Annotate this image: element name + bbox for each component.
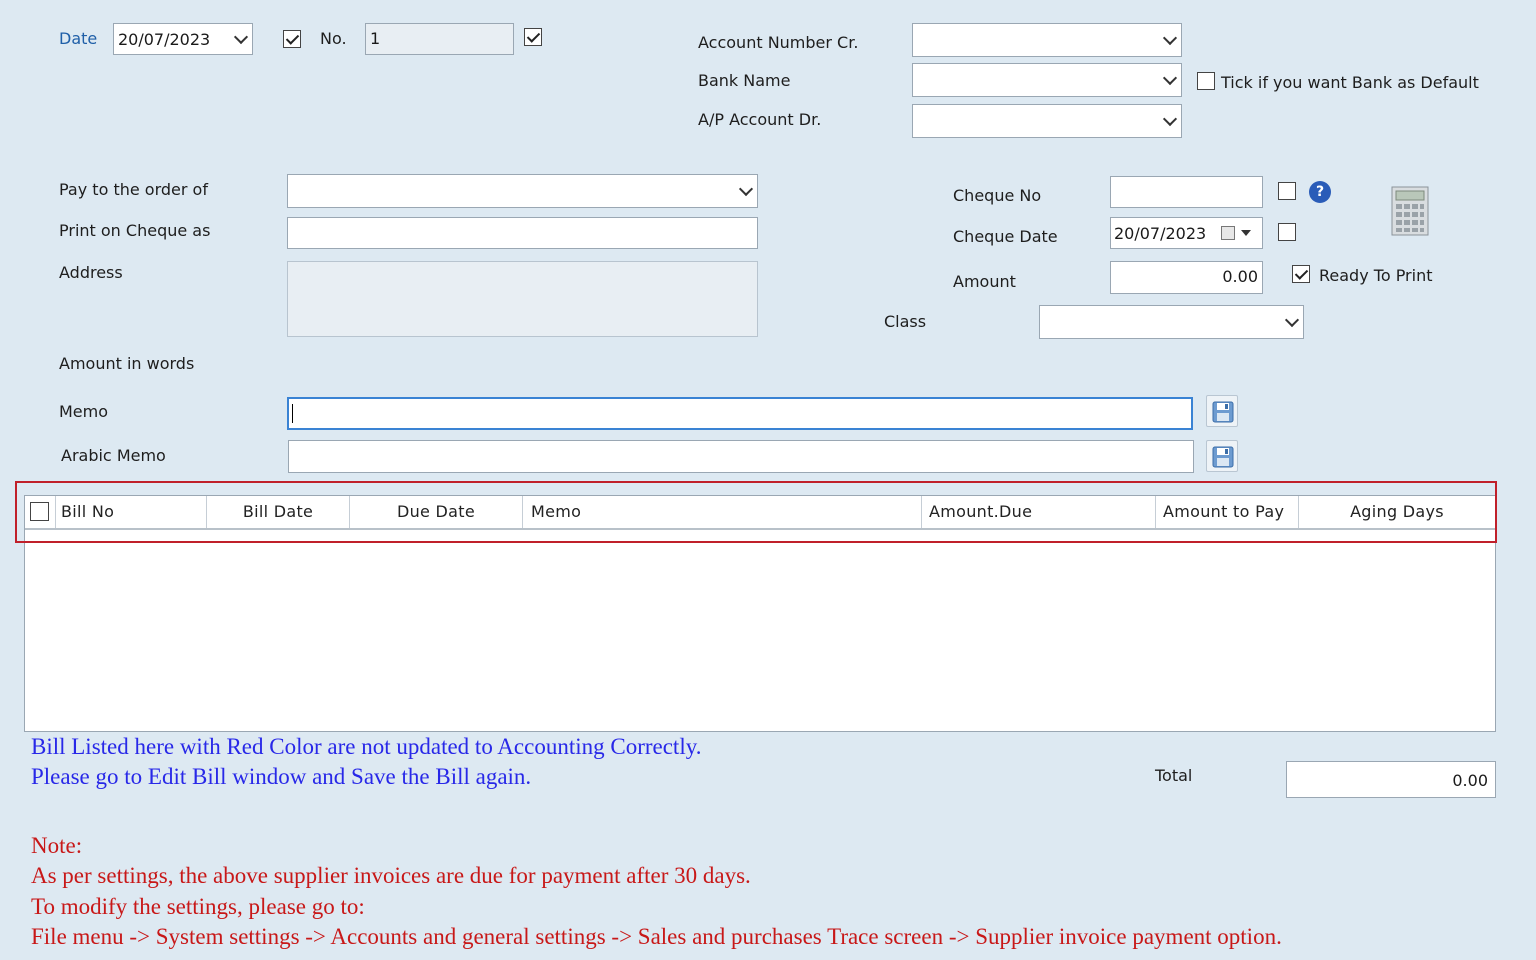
save-icon [1212, 401, 1234, 423]
cheque-date-label: Cheque Date [953, 227, 1058, 246]
account-number-cr-label: Account Number Cr. [698, 33, 859, 52]
info-line-2: Please go to Edit Bill window and Save t… [31, 764, 532, 789]
chevron-down-icon [1162, 30, 1178, 46]
cheque-no-checkbox[interactable] [1278, 182, 1296, 200]
print-on-cheque-input[interactable] [287, 217, 758, 249]
info-line-1: Bill Listed here with Red Color are not … [31, 734, 702, 759]
calculator-icon[interactable] [1391, 186, 1429, 236]
ready-to-print-label: Ready To Print [1319, 266, 1433, 285]
amount-in-words-label: Amount in words [59, 354, 195, 373]
total-field[interactable]: 0.00 [1286, 761, 1496, 798]
note-line-2: To modify the settings, please go to: [31, 894, 365, 919]
date-value: 20/07/2023 [118, 30, 211, 49]
no-checkbox[interactable] [524, 28, 542, 46]
chevron-down-icon [1162, 70, 1178, 86]
chevron-down-icon [1162, 111, 1178, 127]
chevron-down-icon [738, 181, 754, 197]
address-label: Address [59, 263, 123, 282]
date-label: Date [59, 29, 98, 48]
save-icon [1212, 446, 1234, 468]
note-title: Note: [31, 833, 83, 858]
bank-default-checkbox[interactable] [1197, 72, 1215, 90]
no-value: 1 [370, 29, 381, 48]
calendar-icon[interactable] [1221, 226, 1235, 240]
total-label: Total [1155, 766, 1193, 785]
account-number-cr-select[interactable] [912, 23, 1182, 57]
note-line-1: As per settings, the above supplier invo… [31, 863, 751, 888]
amount-value: 0.00 [1222, 267, 1258, 286]
date-checkbox[interactable] [283, 30, 301, 48]
amount-input[interactable]: 0.00 [1110, 261, 1263, 294]
memo-label: Memo [59, 402, 109, 421]
text-cursor [292, 404, 293, 423]
memo-save-button[interactable] [1206, 395, 1238, 427]
amount-label: Amount [953, 272, 1016, 291]
cheque-no-input[interactable] [1110, 176, 1263, 208]
pay-to-label: Pay to the order of [59, 180, 208, 199]
arabic-memo-label: Arabic Memo [61, 446, 166, 465]
chevron-down-icon [1284, 312, 1300, 328]
print-on-cheque-label: Print on Cheque as [59, 221, 211, 240]
date-picker[interactable]: 20/07/2023 [113, 23, 253, 55]
bank-name-label: Bank Name [698, 71, 791, 90]
no-label: No. [320, 29, 347, 48]
ap-account-dr-label: A/P Account Dr. [698, 110, 822, 129]
class-label: Class [884, 312, 927, 331]
chevron-down-icon [233, 29, 249, 45]
bank-name-select[interactable] [912, 63, 1182, 97]
caret-down-icon [1241, 230, 1251, 236]
bank-default-label: Tick if you want Bank as Default [1221, 73, 1479, 92]
total-value: 0.00 [1452, 771, 1488, 790]
ready-to-print-checkbox[interactable] [1292, 265, 1310, 283]
memo-input[interactable] [287, 397, 1193, 430]
class-select[interactable] [1039, 305, 1304, 339]
no-field[interactable]: 1 [365, 23, 514, 55]
cheque-date-value: 20/07/2023 [1114, 224, 1207, 243]
ap-account-dr-select[interactable] [912, 104, 1182, 138]
pay-to-select[interactable] [287, 174, 758, 208]
arabic-memo-input[interactable] [288, 440, 1194, 473]
arabic-memo-save-button[interactable] [1206, 440, 1238, 472]
help-icon[interactable]: ? [1309, 181, 1331, 203]
cheque-no-label: Cheque No [953, 186, 1042, 205]
grid-header-highlight [15, 481, 1497, 543]
cheque-date-picker[interactable]: 20/07/2023 [1110, 217, 1263, 249]
note-line-3: File menu -> System settings -> Accounts… [31, 924, 1282, 949]
cheque-date-checkbox[interactable] [1278, 223, 1296, 241]
address-field[interactable] [287, 261, 758, 337]
